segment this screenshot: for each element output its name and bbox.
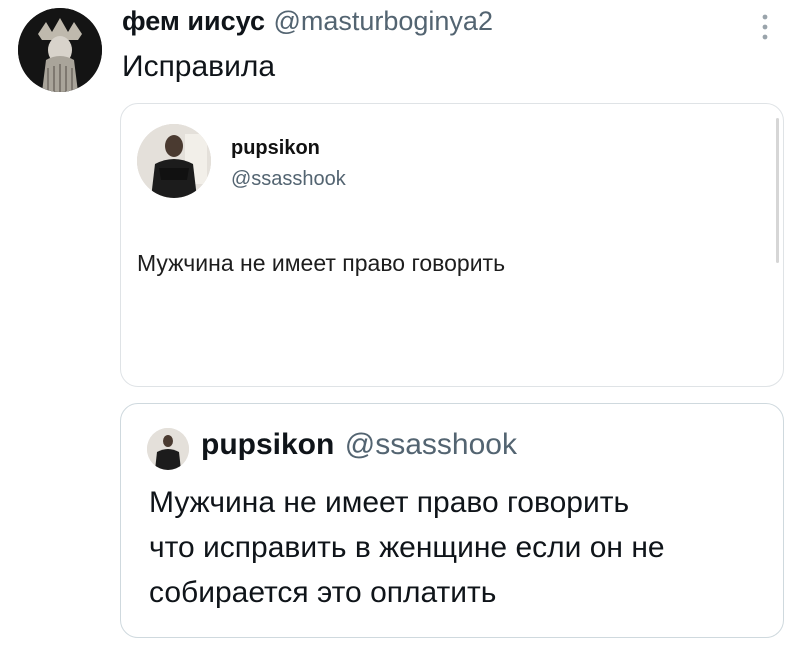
quoted-tweet-text-line: Мужчина не имеет право говорить — [149, 486, 630, 519]
quoted-image-scrollbar — [776, 118, 779, 263]
tweet-text: Исправила — [122, 50, 276, 83]
quoted-tweet-author-name[interactable]: pupsikon — [201, 428, 334, 461]
quoted-tweet[interactable]: pupsikon @ssasshook Мужчина не имеет пра… — [120, 403, 784, 638]
quoted-tweet-text: Мужчина не имеет право говорить что испр… — [149, 480, 769, 615]
author-name[interactable]: фем иисус — [122, 6, 265, 36]
quoted-image-avatar — [137, 124, 211, 198]
author-avatar-image — [18, 8, 102, 92]
quoted-tweet-text-line: что исправить в женщине если он не — [149, 531, 665, 564]
more-vertical-icon[interactable] — [758, 12, 772, 42]
quoted-image-text: Мужчина не имеет право говорить — [137, 250, 506, 276]
author-handle[interactable]: @masturboginya2 — [273, 6, 493, 36]
tweet-header: фем иисус @masturboginya2 — [122, 6, 493, 42]
quoted-tweet-avatar[interactable] — [147, 428, 189, 470]
author-avatar[interactable] — [18, 8, 102, 92]
attached-image[interactable]: pupsikon @ssasshook Мужчина не имеет пра… — [120, 103, 784, 387]
quoted-image-author-handle: @ssasshook — [231, 168, 346, 190]
quoted-image-author-name: pupsikon — [231, 137, 320, 159]
quoted-tweet-text-line: собирается это оплатить — [149, 576, 497, 609]
quoted-tweet-header: pupsikon @ssasshook — [201, 428, 517, 462]
quoted-tweet-author-handle[interactable]: @ssasshook — [345, 428, 517, 461]
